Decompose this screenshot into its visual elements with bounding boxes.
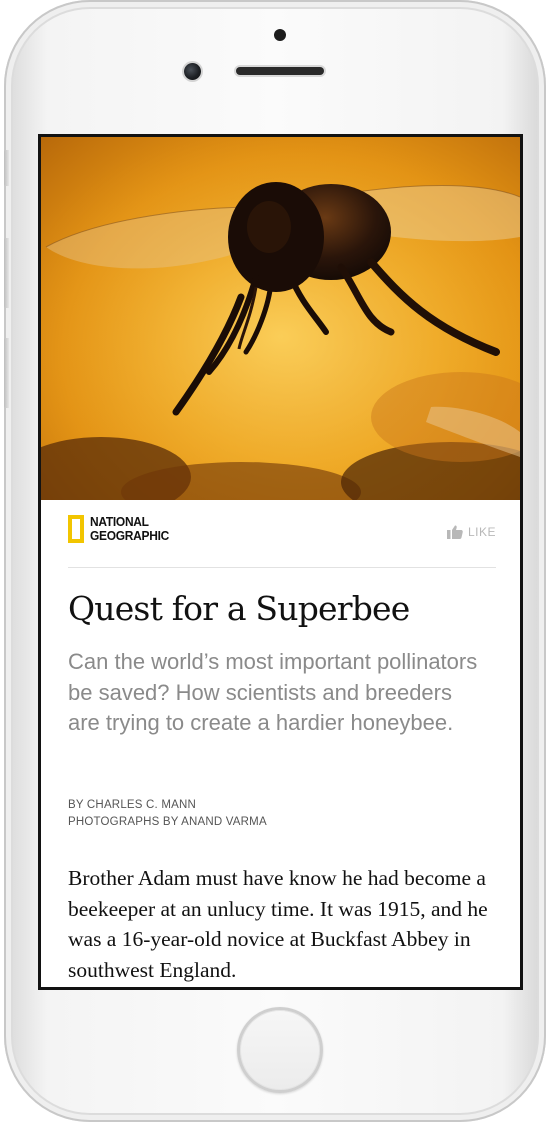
publisher-line-2: GEOGRAPHIC [90, 528, 169, 543]
bee-illustration [41, 137, 520, 500]
photo-credit: PHOTOGRAPHS BY ANAND VARMA [68, 816, 267, 828]
like-button[interactable]: LIKE [446, 525, 496, 539]
earpiece-speaker [236, 67, 324, 75]
volume-down-button [4, 338, 9, 408]
proximity-sensor [274, 29, 286, 41]
mute-switch [4, 150, 9, 186]
front-camera [184, 63, 201, 80]
phone-screen: NATIONAL GEOGRAPHIC LIKE Quest for a Sup… [38, 134, 523, 990]
hero-photo-bee [41, 137, 520, 500]
like-label: LIKE [467, 525, 496, 539]
iphone-frame: NATIONAL GEOGRAPHIC LIKE Quest for a Sup… [4, 0, 546, 1122]
header-divider [68, 567, 496, 568]
thumbs-up-icon [446, 525, 463, 539]
volume-up-button [4, 238, 9, 308]
national-geographic-logo[interactable]: NATIONAL GEOGRAPHIC [68, 515, 176, 543]
home-button[interactable] [237, 1007, 323, 1093]
article-credits: BY CHARLES C. MANN PHOTOGRAPHS BY ANAND … [68, 797, 267, 831]
article-subtitle: Can the world’s most important pollinato… [68, 649, 478, 735]
national-geographic-frame-icon [68, 515, 84, 543]
article-header-row: NATIONAL GEOGRAPHIC LIKE [68, 515, 496, 555]
publisher-wordmark: NATIONAL GEOGRAPHIC [90, 515, 169, 543]
publisher-line-1: NATIONAL [90, 514, 149, 529]
byline: BY CHARLES C. MANN [68, 799, 196, 811]
article-view[interactable]: NATIONAL GEOGRAPHIC LIKE Quest for a Sup… [41, 137, 520, 987]
article-title: Quest for a Superbee [68, 589, 410, 628]
article-body-paragraph: Brother Adam must have know he had becom… [68, 866, 488, 982]
